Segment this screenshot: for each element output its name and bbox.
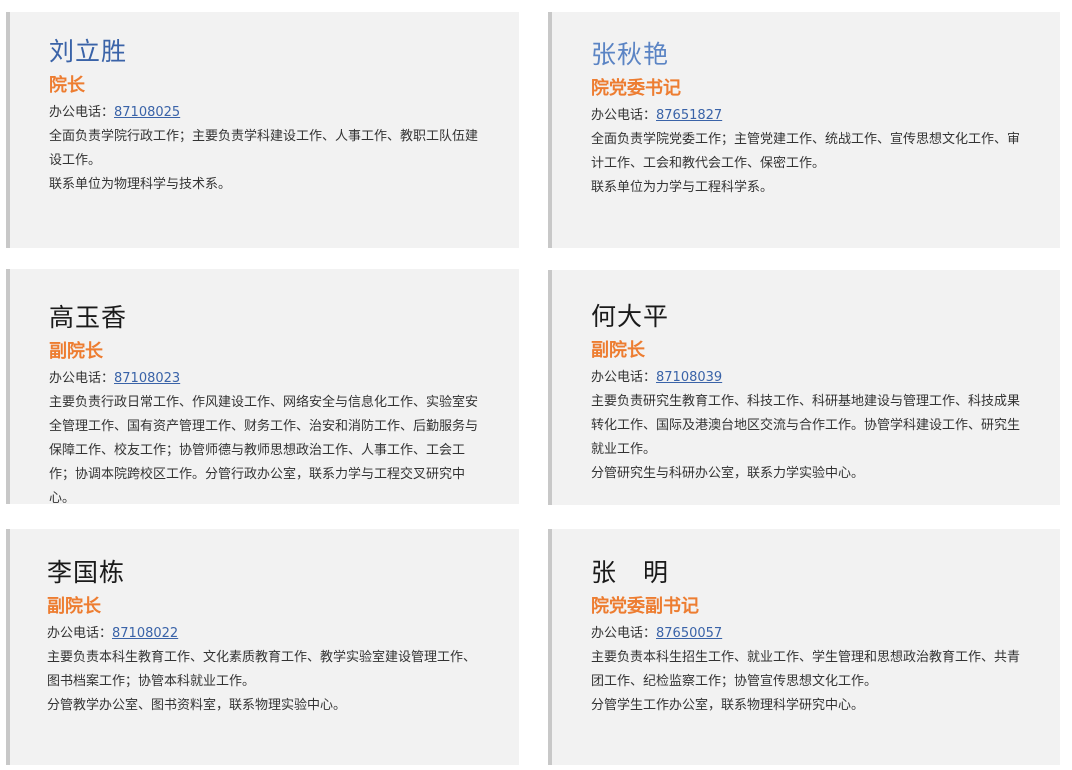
leader-card-liu: 刘立胜 院长 办公电话：87108025 全面负责学院行政工作；主要负责学科建设… (6, 12, 519, 248)
leader-name[interactable]: 张秋艳 (591, 39, 1031, 71)
leader-duties: 主要负责行政日常工作、作风建设工作、网络安全与信息化工作、实验室安全管理工作、国… (49, 395, 479, 506)
phone-label: 办公电话： (47, 626, 113, 641)
leader-role: 副院长 (47, 596, 101, 617)
phone-label: 办公电话： (49, 105, 115, 120)
leader-name[interactable]: 高玉香 (49, 302, 489, 334)
phone-label: 办公电话： (591, 626, 657, 641)
leader-duties: 主要负责本科生教育工作、文化素质教育工作、教学实验室建设管理工作、图书档案工作；… (47, 650, 477, 689)
phone-link[interactable]: 87650057 (656, 626, 722, 641)
leader-name[interactable]: 刘立胜 (49, 36, 489, 68)
leader-contact: 联系单位为物理科学与技术系。 (49, 177, 232, 192)
phone-link[interactable]: 87108025 (114, 105, 180, 120)
phone-label: 办公电话： (591, 370, 657, 385)
leader-duties: 全面负责学院行政工作；主要负责学科建设工作、人事工作、教职工队伍建设工作。 (49, 129, 479, 168)
office-phone: 办公电话：87650057 (591, 622, 1031, 646)
leader-card-he: 何大平 副院长 办公电话：87108039 主要负责研究生教育工作、科技工作、科… (548, 270, 1060, 505)
leader-duties: 全面负责学院党委工作；主管党建工作、统战工作、宣传思想文化工作、审计工作、工会和… (591, 132, 1021, 171)
leader-role: 副院长 (591, 340, 645, 361)
phone-label: 办公电话： (49, 371, 115, 386)
leader-name[interactable]: 何大平 (591, 301, 1031, 333)
leader-role: 院长 (49, 75, 85, 96)
phone-link[interactable]: 87108022 (112, 626, 178, 641)
phone-link[interactable]: 87651827 (656, 108, 722, 123)
office-phone: 办公电话：87108022 (47, 622, 487, 646)
office-phone: 办公电话：87108023 (49, 367, 489, 391)
leader-contact: 分管研究生与科研办公室，联系力学实验中心。 (591, 466, 865, 481)
leader-name[interactable]: 李国栋 (47, 557, 487, 589)
office-phone: 办公电话：87108039 (591, 366, 1031, 390)
phone-link[interactable]: 87108039 (656, 370, 722, 385)
phone-link[interactable]: 87108023 (114, 371, 180, 386)
leader-card-gao: 高玉香 副院长 办公电话：87108023 主要负责行政日常工作、作风建设工作、… (6, 269, 519, 506)
phone-label: 办公电话： (591, 108, 657, 123)
leader-role: 副院长 (49, 341, 103, 362)
leader-card-zhang-ming: 张 明 院党委副书记 办公电话：87650057 主要负责本科生招生工作、就业工… (548, 529, 1060, 765)
office-phone: 办公电话：87108025 (49, 101, 489, 125)
leader-role: 院党委书记 (591, 78, 681, 99)
leader-contact: 联系单位为力学与工程科学系。 (591, 180, 774, 195)
leader-card-li: 李国栋 副院长 办公电话：87108022 主要负责本科生教育工作、文化素质教育… (6, 529, 519, 765)
leader-contact: 分管学生工作办公室，联系物理科学研究中心。 (591, 698, 865, 713)
leader-duties: 主要负责研究生教育工作、科技工作、科研基地建设与管理工作、科技成果转化工作、国际… (591, 394, 1021, 457)
office-phone: 办公电话：87651827 (591, 104, 1031, 128)
leader-duties: 主要负责本科生招生工作、就业工作、学生管理和思想政治教育工作、共青团工作、纪检监… (591, 650, 1021, 689)
leader-role: 院党委副书记 (591, 596, 699, 617)
leader-contact: 分管教学办公室、图书资料室，联系物理实验中心。 (47, 698, 347, 713)
leader-name[interactable]: 张 明 (591, 557, 1031, 589)
leader-card-zhang-qiuyan: 张秋艳 院党委书记 办公电话：87651827 全面负责学院党委工作；主管党建工… (548, 12, 1060, 248)
